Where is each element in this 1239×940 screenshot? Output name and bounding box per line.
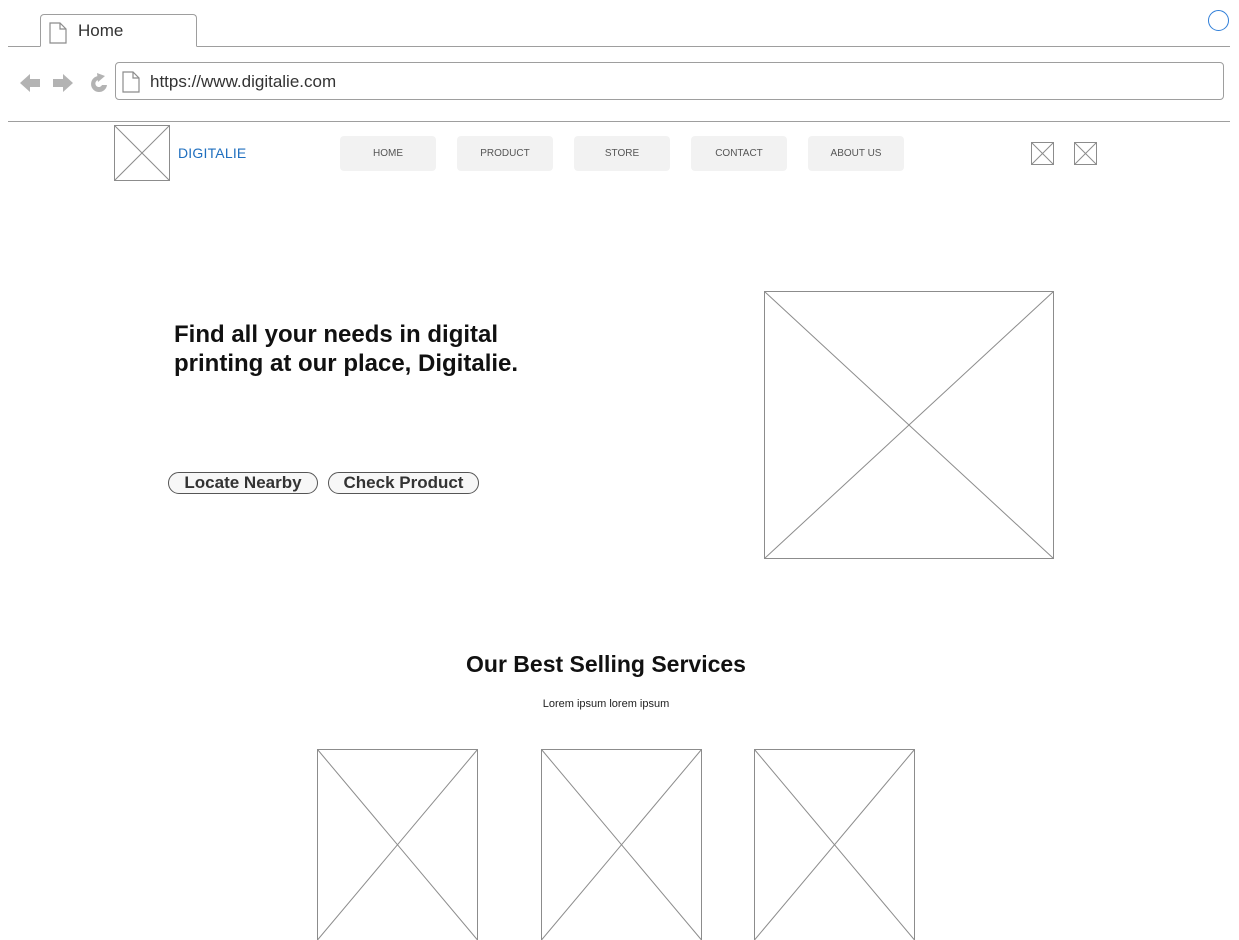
nav-product[interactable]: PRODUCT xyxy=(457,136,553,171)
header-icon-placeholder[interactable] xyxy=(1031,142,1054,165)
service-image-placeholder[interactable] xyxy=(541,749,702,940)
page-icon xyxy=(122,71,140,98)
hero-title: Find all your needs in digital printing … xyxy=(174,321,519,377)
nav-about-us[interactable]: ABOUT US xyxy=(808,136,904,171)
tab-label: Home xyxy=(78,21,124,40)
services-subtitle: Lorem ipsum lorem ipsum xyxy=(542,698,670,710)
logo-placeholder[interactable] xyxy=(114,125,170,181)
forward-icon[interactable] xyxy=(53,74,73,92)
nav-contact[interactable]: CONTACT xyxy=(691,136,787,171)
check-product-button[interactable]: Check Product xyxy=(328,472,479,494)
page-icon xyxy=(49,22,67,49)
nav-store[interactable]: STORE xyxy=(574,136,670,171)
chrome-divider xyxy=(8,121,1230,122)
service-image-placeholder[interactable] xyxy=(754,749,915,940)
back-icon[interactable] xyxy=(20,74,40,92)
services-title: Our Best Selling Services xyxy=(466,651,746,677)
address-bar[interactable]: https://www.digitalie.com xyxy=(115,62,1224,100)
hero-image-placeholder xyxy=(764,291,1054,559)
locate-nearby-button[interactable]: Locate Nearby xyxy=(168,472,318,494)
url-text: https://www.digitalie.com xyxy=(150,72,337,91)
brand-name[interactable]: DIGITALIE xyxy=(178,145,246,161)
nav-home[interactable]: HOME xyxy=(340,136,436,171)
header-icon-placeholder[interactable] xyxy=(1074,142,1097,165)
service-image-placeholder[interactable] xyxy=(317,749,478,940)
browser-nav-controls xyxy=(20,72,110,99)
browser-status-icon xyxy=(1208,10,1229,31)
reload-icon[interactable] xyxy=(91,73,107,92)
browser-tab-home[interactable]: Home xyxy=(40,14,197,47)
